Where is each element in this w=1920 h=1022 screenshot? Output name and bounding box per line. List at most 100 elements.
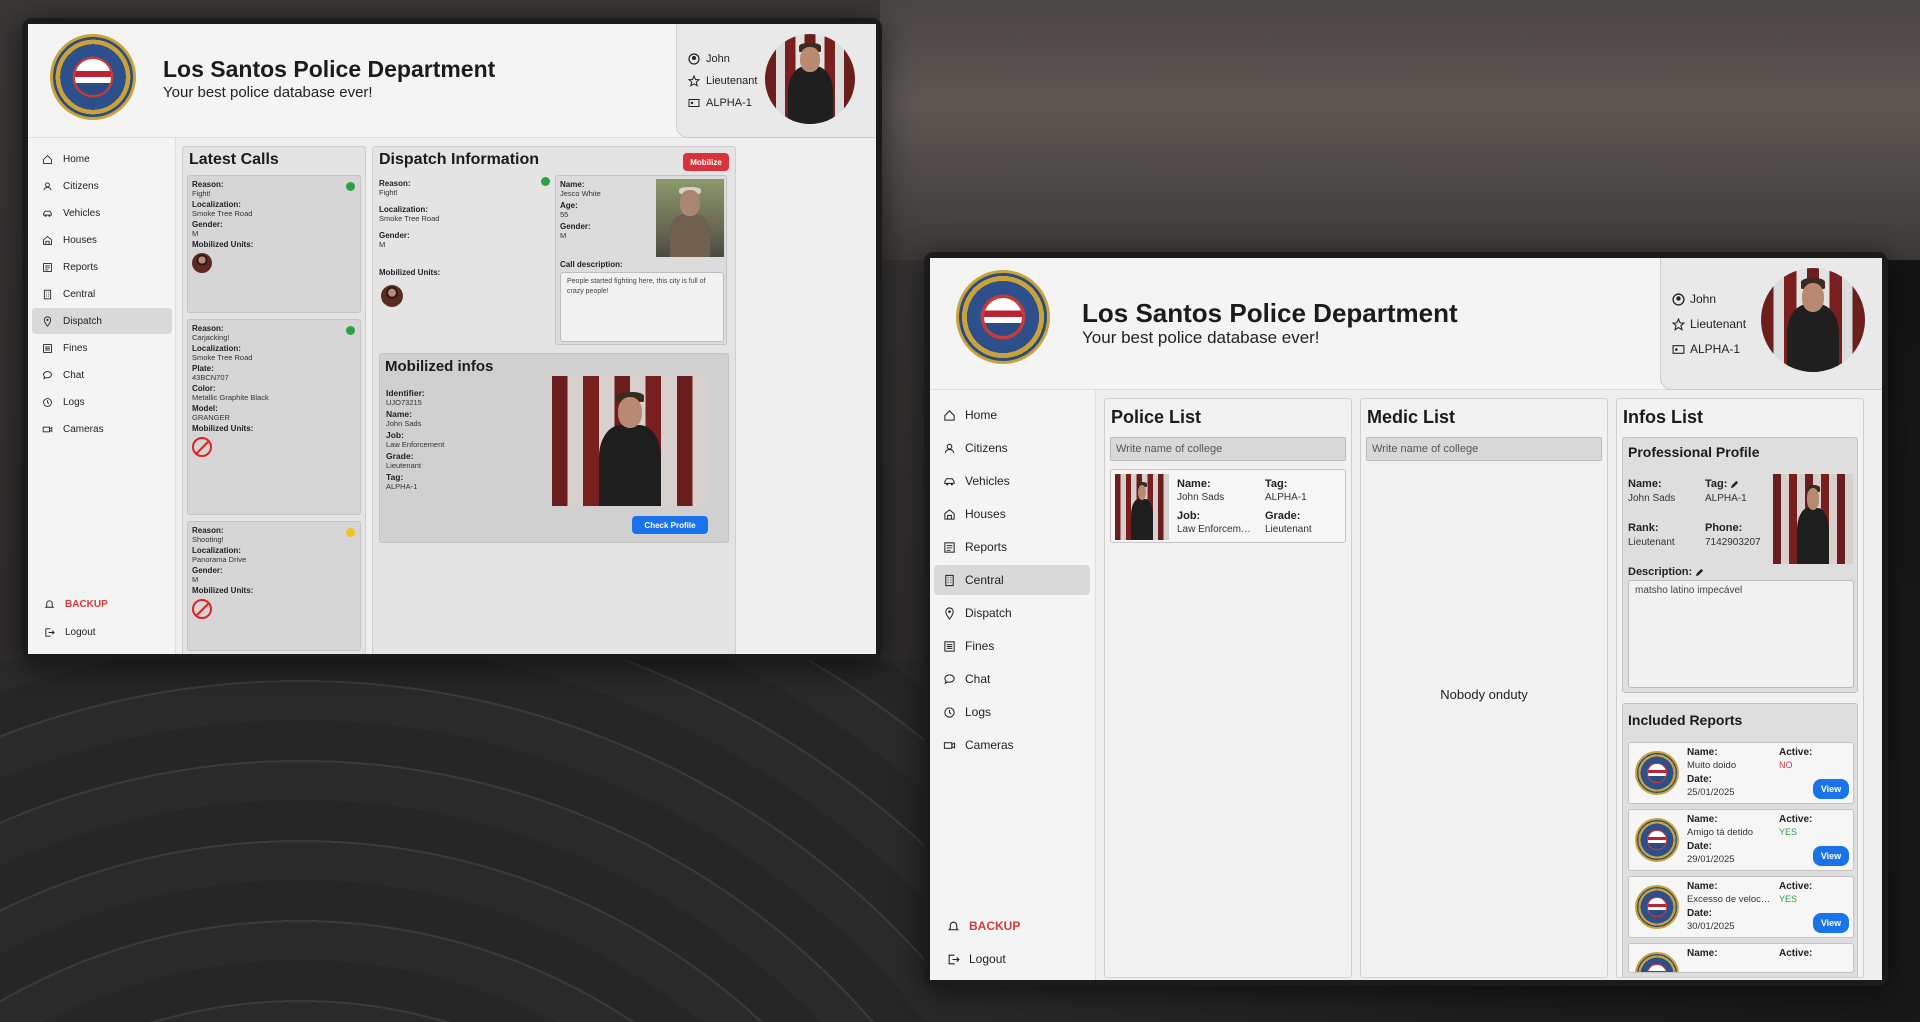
profile-description-label[interactable]: Description: bbox=[1628, 566, 1704, 578]
field-label: Tag: bbox=[386, 472, 404, 482]
sidebar-item-chat[interactable]: Chat bbox=[32, 362, 172, 388]
call-status-dot bbox=[346, 528, 355, 537]
sidebar-item-cameras[interactable]: Cameras bbox=[934, 730, 1090, 760]
field-value: John Sads bbox=[386, 419, 422, 428]
pencil-icon[interactable] bbox=[1730, 480, 1739, 489]
user-rank: Lieutenant bbox=[706, 75, 758, 87]
field: Model: GRANGER bbox=[192, 404, 269, 422]
field: Grade: Lieutenant bbox=[386, 451, 536, 470]
mobilize-button[interactable]: Mobilize bbox=[683, 153, 729, 171]
medic-search-input[interactable]: Write name of college bbox=[1366, 437, 1602, 461]
header: Los Santos Police Department Your best p… bbox=[28, 24, 876, 138]
sidebar-item-reports[interactable]: Reports bbox=[934, 532, 1090, 562]
view-report-button[interactable]: View bbox=[1813, 779, 1849, 799]
id-card-icon bbox=[1671, 342, 1685, 356]
user-circle-icon bbox=[1671, 292, 1685, 306]
user-name: John bbox=[1690, 292, 1717, 306]
sidebar-item-dispatch[interactable]: Dispatch bbox=[934, 598, 1090, 628]
sidebar-item-label: Citizens bbox=[965, 441, 1008, 455]
sidebar-item-citizens[interactable]: Citizens bbox=[934, 433, 1090, 463]
field: Identifier: UJO73215 bbox=[386, 388, 536, 407]
sidebar-item-home[interactable]: Home bbox=[32, 146, 172, 172]
user-circle-icon bbox=[687, 52, 701, 66]
sidebar-item-logs[interactable]: Logs bbox=[934, 697, 1090, 727]
report-date: 29/01/2025 bbox=[1687, 854, 1735, 865]
report-active-label: Active: bbox=[1779, 948, 1813, 959]
sidebar-item-houses[interactable]: Houses bbox=[32, 227, 172, 253]
sidebar-item-label: Vehicles bbox=[965, 474, 1010, 488]
sidebar-item-logs[interactable]: Logs bbox=[32, 389, 172, 415]
profile-name-label: Name: bbox=[1628, 478, 1662, 490]
sidebar-item-vehicles[interactable]: Vehicles bbox=[32, 200, 172, 226]
sidebar-item-houses[interactable]: Houses bbox=[934, 499, 1090, 529]
field-value: Carjacking! bbox=[192, 333, 230, 342]
report-active-status: NO bbox=[1779, 760, 1793, 770]
police-search-input[interactable]: Write name of college bbox=[1110, 437, 1346, 461]
profile-description-text[interactable]: matsho latino impecável bbox=[1628, 580, 1854, 688]
sidebar-item-central[interactable]: Central bbox=[934, 565, 1090, 595]
call-card[interactable]: Reason: Shooting! Localization: Panorama Dr… bbox=[187, 521, 361, 651]
sidebar-item-fines[interactable]: Fines bbox=[934, 631, 1090, 661]
report-card: Name: Muito doido Date: 25/01/2025 Active: NO… bbox=[1628, 742, 1854, 804]
report-name: Excesso de veloc… bbox=[1687, 894, 1771, 905]
check-profile-button[interactable]: Check Profile bbox=[632, 516, 708, 534]
sidebar-item-central[interactable]: Central bbox=[32, 281, 172, 307]
report-active-status: YES bbox=[1779, 894, 1798, 904]
field: Color: Metallic Graphite Black bbox=[192, 384, 269, 402]
background-wall bbox=[880, 0, 1920, 260]
profile-name: John Sads bbox=[1628, 493, 1676, 504]
logout-button[interactable]: Logout bbox=[942, 947, 1010, 971]
report-card: Name: Amigo tá detido Date: 29/01/2025 Activ… bbox=[1628, 809, 1854, 871]
field: Reason: Carjacking! bbox=[192, 324, 269, 342]
pencil-icon[interactable] bbox=[1695, 568, 1704, 577]
backup-button[interactable]: BACKUP bbox=[942, 914, 1024, 938]
report-seal-icon bbox=[1635, 885, 1679, 929]
sidebar-item-dispatch[interactable]: Dispatch bbox=[32, 308, 172, 334]
view-report-button[interactable]: View bbox=[1813, 913, 1849, 933]
field-label: Localization: bbox=[192, 344, 241, 353]
call-description-text[interactable]: People started fighting here, this city … bbox=[560, 272, 724, 342]
included-reports-title: Included Reports bbox=[1628, 712, 1743, 728]
medic-empty-message: Nobody onduty bbox=[1440, 687, 1528, 702]
sidebar: Home Citizens Vehicles Houses Reports Central… bbox=[930, 390, 1096, 980]
lspd-seal-logo bbox=[50, 34, 136, 120]
medic-list-title: Medic List bbox=[1367, 407, 1456, 427]
field-label: Name: bbox=[386, 409, 412, 419]
sidebar-item-home[interactable]: Home bbox=[934, 400, 1090, 430]
sidebar-item-cameras[interactable]: Cameras bbox=[32, 416, 172, 442]
list-icon bbox=[942, 639, 956, 653]
sidebar-item-fines[interactable]: Fines bbox=[32, 335, 172, 361]
sidebar-item-label: Chat bbox=[63, 369, 85, 381]
lspd-seal-logo bbox=[956, 270, 1050, 364]
backup-label: BACKUP bbox=[969, 919, 1021, 933]
report-active-label: Active: bbox=[1779, 881, 1813, 892]
logout-button[interactable]: Logout bbox=[38, 621, 100, 643]
field: Plate: 43BCN707 bbox=[192, 364, 269, 382]
officer-card[interactable]: Name: John Sads Job: Law Enforcem… Tag: … bbox=[1110, 469, 1346, 543]
profile-tag-label[interactable]: Tag: bbox=[1705, 478, 1739, 490]
report-date-label: Date: bbox=[1687, 908, 1713, 919]
logout-icon bbox=[946, 952, 960, 966]
profile-rank: Lieutenant bbox=[1628, 537, 1675, 548]
id-card-icon bbox=[687, 96, 701, 110]
star-icon bbox=[1671, 317, 1685, 331]
report-active-label: Active: bbox=[1779, 814, 1813, 825]
sidebar-item-vehicles[interactable]: Vehicles bbox=[934, 466, 1090, 496]
mobilized-unit-avatar[interactable] bbox=[381, 285, 403, 307]
sidebar-item-label: Dispatch bbox=[63, 315, 102, 327]
report-card: Name: Excesso de veloc… Date: 30/01/2025 Act… bbox=[1628, 876, 1854, 938]
house-icon bbox=[40, 233, 54, 247]
dispatch-units-label: Mobilized Units: bbox=[379, 268, 441, 277]
sidebar-item-citizens[interactable]: Citizens bbox=[32, 173, 172, 199]
list-icon bbox=[40, 341, 54, 355]
call-card[interactable]: Reason: Carjacking! Localization: Smoke Tre… bbox=[187, 319, 361, 515]
mobilized-unit-avatar[interactable] bbox=[192, 253, 212, 273]
backup-button[interactable]: BACKUP bbox=[38, 593, 112, 615]
car-icon bbox=[942, 474, 956, 488]
sidebar-item-chat[interactable]: Chat bbox=[934, 664, 1090, 694]
sidebar-item-label: Vehicles bbox=[63, 207, 101, 219]
view-report-button[interactable]: View bbox=[1813, 846, 1849, 866]
sidebar-item-label: Home bbox=[965, 408, 998, 422]
call-card[interactable]: Reason: Fight! Localization: Smoke Tree Roa… bbox=[187, 175, 361, 313]
sidebar-item-reports[interactable]: Reports bbox=[32, 254, 172, 280]
